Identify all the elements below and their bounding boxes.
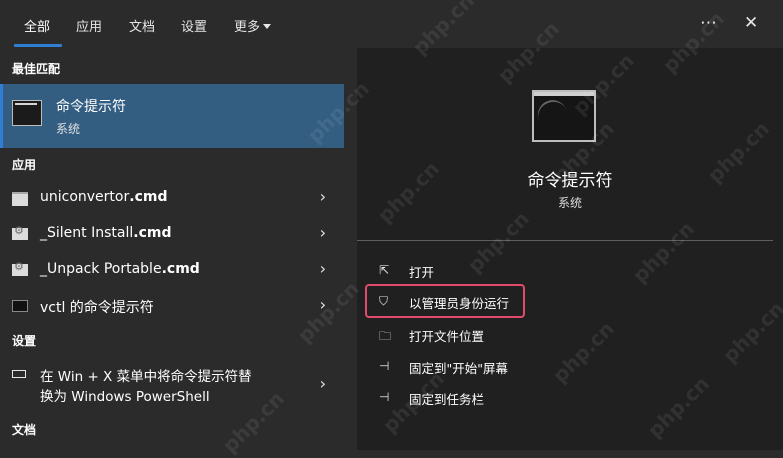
terminal-icon [12, 300, 28, 312]
details-title: 命令提示符 [527, 171, 613, 191]
setting-line-2: 换为 Windows PowerShell [40, 389, 210, 405]
chevron-right-icon[interactable]: › [320, 223, 326, 242]
list-item-setting[interactable]: 在 Win + X 菜单中将命令提示符替 换为 Windows PowerShe… [0, 360, 344, 408]
close-icon[interactable]: ✕ [744, 13, 758, 33]
tab-more-label: 更多 [234, 20, 261, 35]
chevron-right-icon[interactable]: › [320, 295, 326, 314]
divider [357, 240, 773, 241]
tab-settings[interactable]: 设置 [181, 16, 207, 35]
list-item-app[interactable]: _Silent Install.cmd › [0, 216, 344, 252]
app-label: uniconvertor.cmd [40, 189, 167, 205]
section-documents: 文档 [12, 423, 37, 437]
app-name: _Unpack Portable [40, 261, 162, 277]
script-settings-icon [12, 260, 28, 276]
app-label: _Silent Install.cmd [40, 225, 171, 241]
action-label: 打开文件位置 [409, 329, 485, 344]
search-filter-bar: 全部 应用 文档 设置 更多 ⋯ ✕ [0, 0, 783, 48]
cmd-app-large-icon [532, 90, 596, 142]
action-label: 打开 [409, 265, 435, 280]
tab-more[interactable]: 更多 [234, 16, 272, 35]
details-pane: 命令提示符 系统 ⇱ 打开 ⛉ 以管理员身份运行 🗀 打开文件位置 ⊣ 固定到"… [357, 48, 783, 450]
tab-documents[interactable]: 文档 [129, 16, 155, 35]
section-settings: 设置 [12, 334, 37, 348]
tab-apps[interactable]: 应用 [76, 16, 102, 35]
app-name: uniconvertor [40, 189, 130, 205]
app-label: vctl 的命令提示符 [40, 297, 154, 317]
open-icon: ⇱ [379, 263, 390, 277]
chevron-right-icon[interactable]: › [320, 259, 326, 278]
app-label: _Unpack Portable.cmd [40, 261, 200, 277]
action-label: 固定到"开始"屏幕 [409, 361, 508, 376]
action-label: 固定到任务栏 [409, 392, 485, 407]
list-item-app[interactable]: uniconvertor.cmd › [0, 180, 344, 216]
active-tab-indicator [14, 44, 62, 47]
section-apps: 应用 [12, 158, 37, 172]
caret-down-icon [263, 24, 272, 29]
list-item-app[interactable]: vctl 的命令提示符 › [0, 288, 344, 324]
chevron-right-icon[interactable]: › [320, 187, 326, 206]
tab-all[interactable]: 全部 [24, 16, 50, 35]
app-ext: .cmd [129, 189, 168, 205]
best-match-subtitle: 系统 [56, 122, 81, 136]
app-ext: .cmd [133, 225, 172, 241]
best-match-item[interactable]: 命令提示符 系统 [0, 84, 344, 148]
script-settings-icon [12, 224, 28, 240]
chevron-right-icon[interactable]: › [320, 374, 326, 393]
results-list: 最佳匹配 命令提示符 系统 应用 uniconvertor.cmd › _Sil… [0, 48, 344, 450]
section-best-match: 最佳匹配 [12, 62, 61, 76]
details-subtitle: 系统 [557, 196, 582, 210]
selection-indicator [0, 84, 3, 148]
app-name: vctl 的命令提示符 [40, 300, 154, 316]
app-ext: .cmd [161, 261, 200, 277]
list-item-app[interactable]: _Unpack Portable.cmd › [0, 252, 344, 288]
monitor-icon [12, 370, 26, 378]
setting-line-1: 在 Win + X 菜单中将命令提示符替 [40, 369, 252, 385]
app-name: _Silent Install [40, 225, 134, 241]
annotation-highlight-box [365, 284, 525, 318]
pin-taskbar-icon: ⊣ [379, 390, 390, 404]
more-horiz-icon[interactable]: ⋯ [700, 13, 717, 33]
script-file-icon [12, 192, 28, 206]
folder-icon: 🗀 [379, 329, 392, 343]
cmd-app-icon [12, 100, 42, 126]
pin-icon: ⊣ [379, 359, 390, 373]
best-match-title: 命令提示符 [56, 99, 126, 115]
